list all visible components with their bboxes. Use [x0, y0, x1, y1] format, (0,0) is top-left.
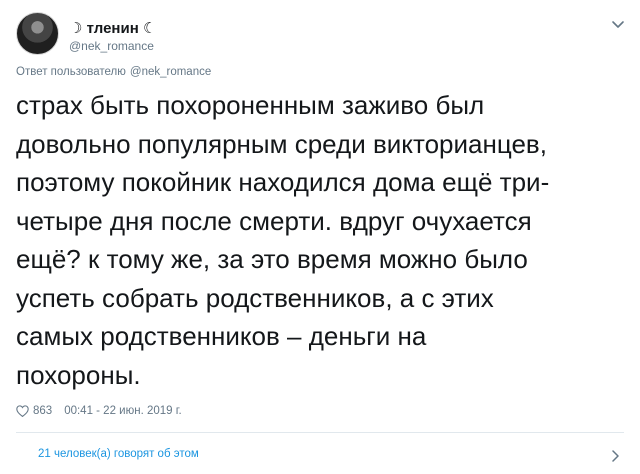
heart-icon[interactable] [16, 405, 29, 418]
tweet-text-line: довольно популярным среди викторианцев, [16, 128, 547, 159]
tweet-text: страх быть похороненным заживо был довол… [16, 86, 632, 394]
tweet-text-line: ещё? к тому же, за это время можно было [16, 244, 528, 274]
chevron-down-icon[interactable] [610, 17, 626, 31]
tweet-card: ☽ тленин ☾ @nek_romance Ответ пользовате… [0, 0, 640, 474]
like-count: 863 [33, 405, 53, 417]
divider [16, 432, 624, 433]
chevron-right-icon[interactable] [611, 449, 619, 462]
author-display-name[interactable]: ☽ тленин ☾ [69, 19, 156, 37]
tweet-text-line: страх быть похороненным заживо был [16, 90, 485, 120]
tweet-text-line: самых родственников – деньги на [16, 321, 427, 351]
reply-context: Ответ пользователю @nek_romance [16, 66, 211, 78]
author-handle[interactable]: @nek_romance [69, 39, 154, 53]
reply-prefix: Ответ пользователю [16, 66, 126, 78]
tweet-text-line: поэтому покойник находился дома ещё три- [16, 167, 550, 197]
tweet-meta: 863 00:41 - 22 июн. 2019 г. [16, 405, 182, 418]
reply-to-handle-link[interactable]: @nek_romance [130, 66, 211, 78]
tweet-text-line: четыре дня после смерти. вдруг очухается [16, 205, 532, 236]
avatar[interactable] [16, 12, 59, 55]
conversation-link[interactable]: 21 человек(а) говорят об этом [38, 448, 199, 460]
timestamp[interactable]: 00:41 - 22 июн. 2019 г. [64, 405, 182, 417]
tweet-text-line: успеть собрать родственников, а с этих [16, 282, 494, 313]
tweet-text-line: похороны. [16, 359, 141, 390]
